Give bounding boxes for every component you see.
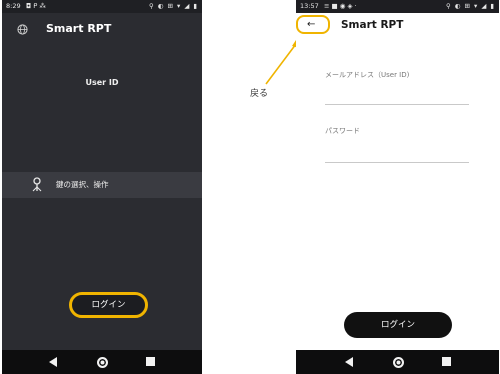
back-callout-label: 戻る bbox=[250, 89, 269, 99]
status-notification-icons: ◘ ᑭ ⁂ bbox=[26, 2, 46, 10]
nav-back-icon[interactable] bbox=[49, 357, 57, 367]
phone-screen-right: 13:57 ≡ ■ ◉ ◈ · ⚲ ◐ ⊞ ▾ ◢ ▮ ← Smart RPT … bbox=[296, 0, 499, 374]
login-button[interactable]: ログイン bbox=[344, 312, 452, 338]
nav-recent-icon[interactable] bbox=[146, 357, 155, 366]
back-button[interactable]: ← bbox=[296, 15, 330, 34]
status-bar: 13:57 ≡ ■ ◉ ◈ · ⚲ ◐ ⊞ ▾ ◢ ▮ bbox=[296, 0, 499, 13]
back-arrow-icon: ← bbox=[307, 19, 316, 30]
status-time: 13:57 bbox=[300, 2, 319, 10]
nav-home-icon[interactable] bbox=[392, 357, 404, 368]
email-field[interactable] bbox=[325, 104, 469, 105]
status-system-icons: ⚲ ◐ ⊞ ▾ ◢ ▮ bbox=[148, 2, 198, 10]
navigation-bar bbox=[2, 350, 202, 374]
password-field-label: パスワード bbox=[325, 127, 360, 135]
login-button[interactable]: ログイン bbox=[69, 292, 148, 318]
email-field-label: メールアドレス（User ID) bbox=[325, 71, 410, 79]
nav-back-icon[interactable] bbox=[344, 357, 353, 367]
phone-screen-left: 8:29 ◘ ᑭ ⁂ ⚲ ◐ ⊞ ▾ ◢ ▮ Smart RPT User ID… bbox=[2, 0, 202, 374]
user-id-label: User ID bbox=[85, 78, 119, 87]
key-select-menu-item[interactable]: 鍵の選択、操作 bbox=[2, 172, 202, 198]
globe-icon[interactable] bbox=[17, 24, 28, 35]
nav-recent-icon[interactable] bbox=[441, 357, 451, 366]
status-bar: 8:29 ◘ ᑭ ⁂ ⚲ ◐ ⊞ ▾ ◢ ▮ bbox=[2, 0, 202, 13]
app-title: Smart RPT bbox=[341, 19, 404, 31]
password-field[interactable] bbox=[325, 162, 469, 163]
key-select-label: 鍵の選択、操作 bbox=[56, 180, 109, 189]
status-time: 8:29 bbox=[6, 2, 21, 10]
status-system-icons: ⚲ ◐ ⊞ ▾ ◢ ▮ bbox=[445, 2, 495, 10]
app-title: Smart RPT bbox=[46, 22, 112, 35]
key-icon bbox=[32, 177, 42, 192]
app-bar: Smart RPT bbox=[2, 13, 202, 47]
navigation-bar bbox=[296, 350, 499, 374]
status-notification-icons: ≡ ■ ◉ ◈ · bbox=[324, 2, 357, 10]
nav-home-icon[interactable] bbox=[97, 357, 108, 368]
